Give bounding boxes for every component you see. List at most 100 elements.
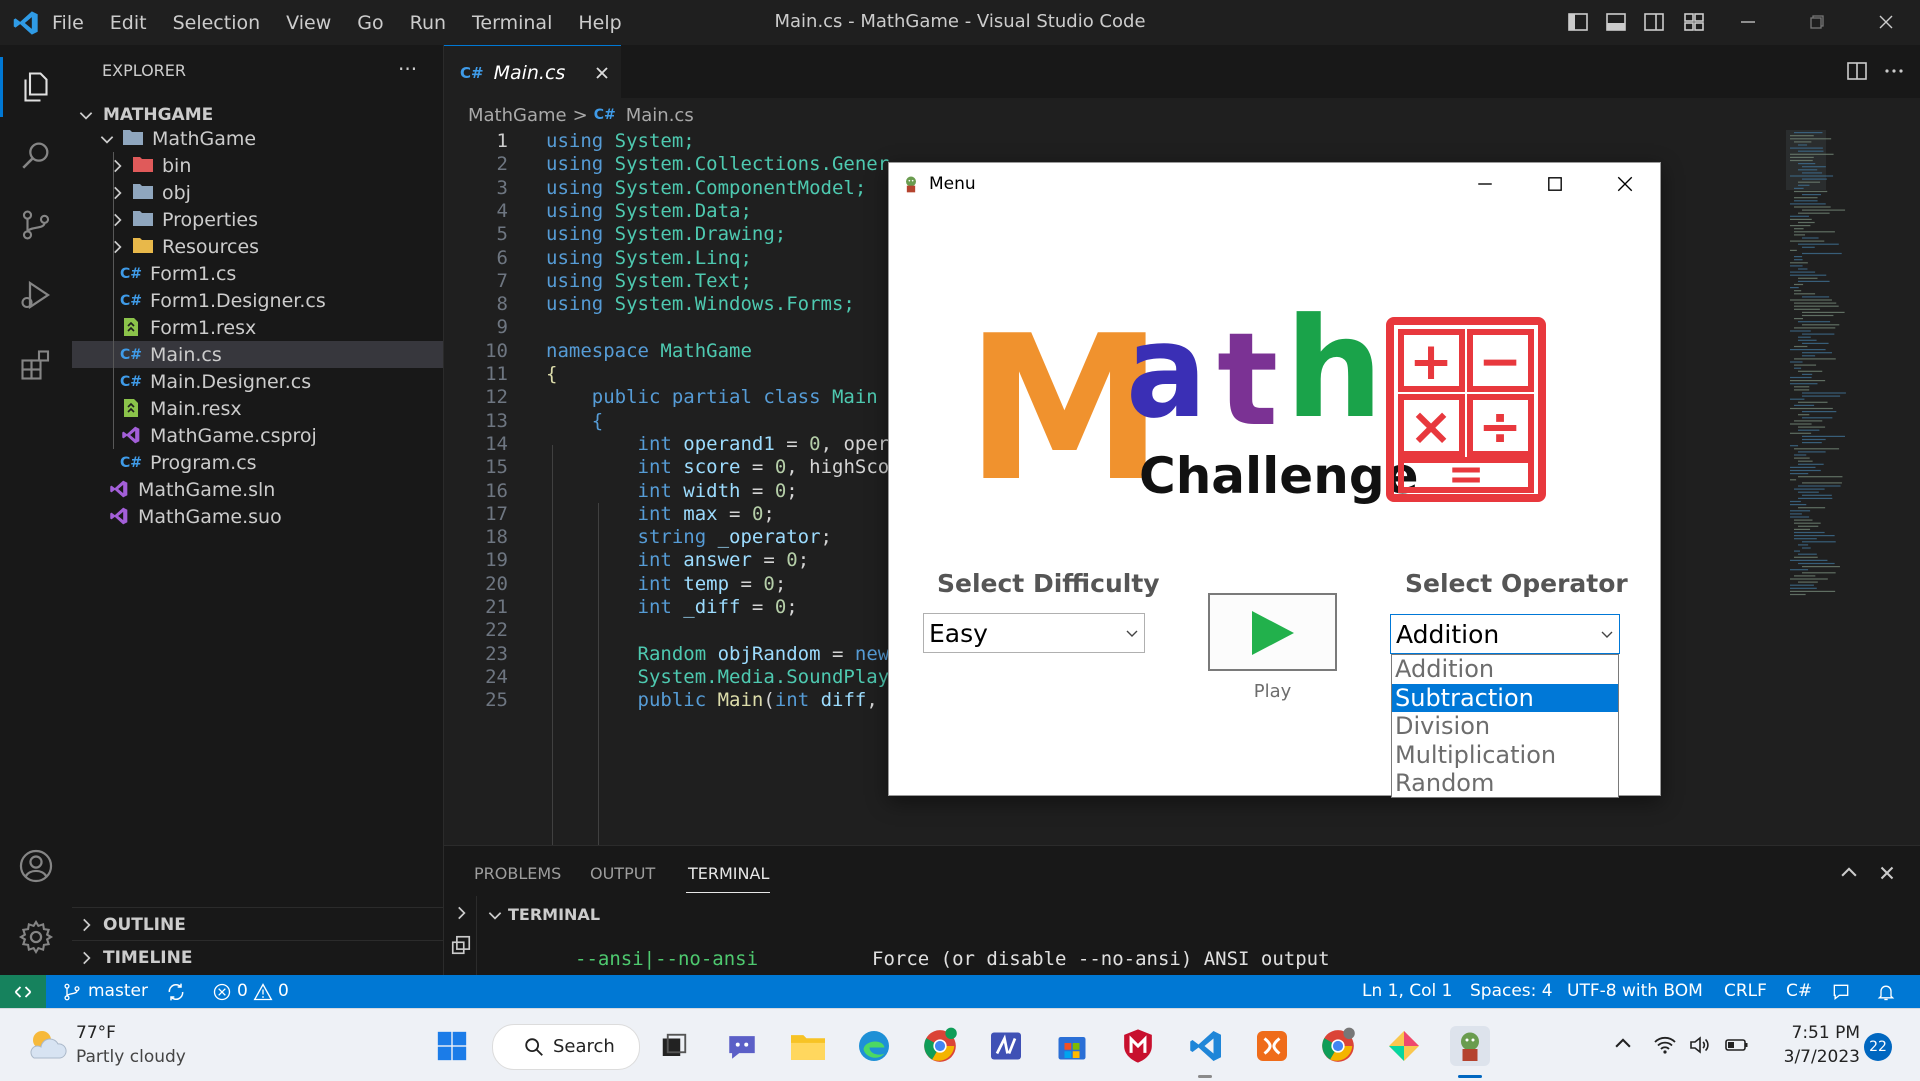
explorer-activity[interactable] xyxy=(0,57,72,117)
volume-icon[interactable] xyxy=(1688,1033,1712,1057)
indentation[interactable]: Spaces: 4 xyxy=(1470,981,1553,1001)
tree-item-resources[interactable]: Resources xyxy=(72,233,443,260)
clock-time[interactable]: 7:51 PM xyxy=(1786,1023,1861,1043)
toggle-primary-sidebar-icon[interactable] xyxy=(1566,10,1590,34)
dialog-maximize-button[interactable] xyxy=(1520,163,1590,205)
close-tab-icon[interactable] xyxy=(592,63,612,83)
tree-item-properties[interactable]: Properties xyxy=(72,206,443,233)
cursor-position[interactable]: Ln 1, Col 1 xyxy=(1362,981,1453,1001)
tree-item-main-resx[interactable]: Main.resx xyxy=(72,395,443,422)
manage-activity[interactable] xyxy=(0,907,72,967)
error-count[interactable]: 0 xyxy=(237,981,248,1001)
taskbar-search[interactable]: Search xyxy=(492,1024,640,1070)
maximize-panel-icon[interactable] xyxy=(1838,862,1860,884)
notification-badge[interactable]: 22 xyxy=(1864,1033,1892,1061)
encoding[interactable]: UTF-8 with BOM xyxy=(1567,981,1703,1001)
bell-icon[interactable] xyxy=(1876,982,1896,1002)
tree-item-mathgame-suo[interactable]: MathGame.suo xyxy=(72,503,443,530)
toggle-panel-icon[interactable] xyxy=(1604,10,1628,34)
tree-item-form1-designer-cs[interactable]: C# Form1.Designer.cs xyxy=(72,287,443,314)
restore-icon[interactable] xyxy=(1805,10,1829,34)
extensions-activity[interactable] xyxy=(0,335,72,395)
tree-item-program-cs[interactable]: C# Program.cs xyxy=(72,449,443,476)
feedback-icon[interactable] xyxy=(1831,982,1851,1002)
tab-main-cs[interactable]: C# Main.cs xyxy=(444,45,621,99)
split-editor-icon[interactable] xyxy=(1845,59,1869,83)
operator-option-random[interactable]: Random xyxy=(1392,769,1618,798)
start-button[interactable] xyxy=(432,1026,472,1066)
tree-item-main-cs[interactable]: C# Main.cs xyxy=(72,341,443,368)
chrome-button[interactable] xyxy=(1318,1026,1358,1066)
app-orange-button[interactable] xyxy=(1252,1026,1292,1066)
outline-section[interactable]: OUTLINE xyxy=(72,907,443,941)
chrome-profile-button[interactable] xyxy=(920,1026,960,1066)
warning-count[interactable]: 0 xyxy=(278,981,289,1001)
teams-chat-button[interactable] xyxy=(722,1026,762,1066)
chevron-up-icon[interactable] xyxy=(1612,1033,1634,1055)
close-panel-icon[interactable] xyxy=(1876,862,1898,884)
terminal-restore-icon[interactable] xyxy=(450,934,472,956)
tree-item-form1-resx[interactable]: Form1.resx xyxy=(72,314,443,341)
search-activity[interactable] xyxy=(0,125,72,185)
toggle-secondary-sidebar-icon[interactable] xyxy=(1642,10,1666,34)
menu-edit[interactable]: Edit xyxy=(110,12,147,34)
branch-name[interactable]: master xyxy=(88,981,148,1001)
tree-item-mathgame-folder[interactable]: MathGame xyxy=(72,125,443,152)
tree-item-mathgame-sln[interactable]: MathGame.sln xyxy=(72,476,443,503)
tree-item-form1-cs[interactable]: C# Form1.cs xyxy=(72,260,443,287)
more-actions-icon[interactable]: ··· xyxy=(398,57,417,81)
tree-item-main-designer-cs[interactable]: C# Main.Designer.cs xyxy=(72,368,443,395)
end-of-line[interactable]: CRLF xyxy=(1724,981,1767,1001)
store-button[interactable] xyxy=(1052,1026,1092,1066)
accounts-activity[interactable] xyxy=(0,836,72,896)
wifi-icon[interactable] xyxy=(1653,1033,1677,1057)
app-blue-button[interactable] xyxy=(986,1026,1026,1066)
menu-view[interactable]: View xyxy=(286,12,331,34)
editor-more-icon[interactable] xyxy=(1882,59,1906,83)
file-explorer-button[interactable] xyxy=(788,1026,828,1066)
source-control-activity[interactable] xyxy=(0,195,72,255)
weather-partly-cloudy-icon[interactable] xyxy=(24,1026,68,1064)
tree-item-mathgame-csproj[interactable]: MathGame.csproj xyxy=(72,422,443,449)
mathgame-taskbar-button[interactable] xyxy=(1450,1026,1490,1066)
menu-go[interactable]: Go xyxy=(357,12,383,34)
menu-run[interactable]: Run xyxy=(410,12,446,34)
clock-date[interactable]: 3/7/2023 xyxy=(1776,1047,1860,1067)
play-button[interactable] xyxy=(1208,593,1337,671)
edge-button[interactable] xyxy=(854,1026,894,1066)
tab-terminal[interactable]: TERMINAL xyxy=(688,864,769,883)
weather-desc[interactable]: Partly cloudy xyxy=(76,1047,186,1067)
operator-option-division[interactable]: Division xyxy=(1392,712,1618,741)
difficulty-select[interactable]: Easy xyxy=(923,613,1145,653)
menu-selection[interactable]: Selection xyxy=(173,12,261,34)
chevron-down-icon[interactable] xyxy=(486,906,504,924)
menu-terminal[interactable]: Terminal xyxy=(472,12,552,34)
tree-item-obj[interactable]: obj xyxy=(72,179,443,206)
operator-option-addition[interactable]: Addition xyxy=(1392,655,1618,684)
language-mode[interactable]: C# xyxy=(1786,981,1812,1001)
breadcrumb-file[interactable]: Main.cs xyxy=(626,105,694,126)
vscode-taskbar-button[interactable] xyxy=(1186,1026,1226,1066)
task-view-button[interactable] xyxy=(654,1026,694,1066)
customize-layout-icon[interactable] xyxy=(1682,10,1706,34)
dialog-close-button[interactable] xyxy=(1590,163,1660,205)
remote-indicator[interactable] xyxy=(0,975,46,1008)
close-icon[interactable] xyxy=(1874,10,1898,34)
tab-output[interactable]: OUTPUT xyxy=(590,864,655,883)
tree-item-bin[interactable]: bin xyxy=(72,152,443,179)
menu-file[interactable]: File xyxy=(52,12,84,34)
tab-problems[interactable]: PROBLEMS xyxy=(474,864,561,883)
operator-select[interactable]: Addition xyxy=(1390,614,1620,654)
breadcrumb-folder[interactable]: MathGame xyxy=(468,105,567,126)
weather-temp[interactable]: 77°F xyxy=(76,1023,116,1043)
run-debug-activity[interactable] xyxy=(0,265,72,325)
sync-icon[interactable] xyxy=(166,982,186,1002)
operator-option-subtraction[interactable]: Subtraction xyxy=(1392,683,1618,712)
minimize-icon[interactable] xyxy=(1736,10,1760,34)
operator-option-multiplication[interactable]: Multiplication xyxy=(1392,741,1618,770)
battery-icon[interactable] xyxy=(1724,1033,1750,1057)
minimap[interactable] xyxy=(1786,130,1906,620)
menu-help[interactable]: Help xyxy=(578,12,621,34)
dialog-minimize-button[interactable] xyxy=(1450,163,1520,205)
chevron-right-icon[interactable] xyxy=(452,904,470,922)
